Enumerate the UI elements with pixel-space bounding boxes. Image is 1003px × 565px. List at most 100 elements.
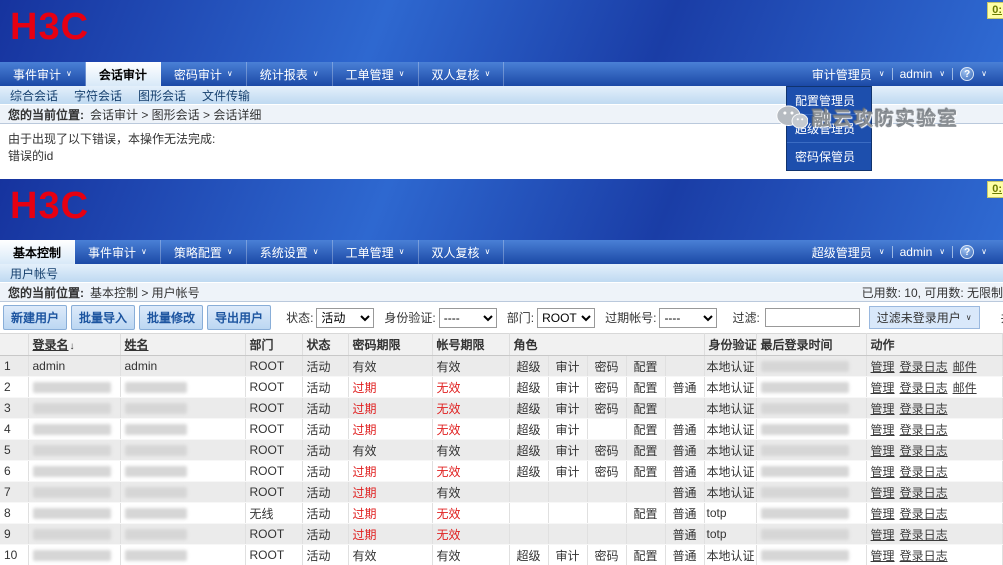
role-dropdown-menu: 配置管理员 超级管理员 密码保管员 bbox=[786, 86, 872, 171]
cell-name bbox=[120, 544, 246, 565]
s1-tab-0[interactable]: 事件审计 ∨ bbox=[0, 62, 86, 86]
s1-subnav-3[interactable]: 文件传输 bbox=[202, 87, 250, 104]
cell-role-1: 审计 bbox=[548, 544, 588, 565]
filter-label-3: 过期帐号: bbox=[605, 310, 657, 325]
s2-tab-5[interactable]: 双人复核 ∨ bbox=[419, 240, 505, 264]
filter-select-2[interactable]: ROOT bbox=[537, 307, 596, 328]
action-link-0[interactable]: 管理 bbox=[871, 465, 895, 479]
cell-login: admin bbox=[28, 355, 121, 377]
role-switcher[interactable]: 审计管理员 bbox=[812, 66, 872, 83]
s2-subnav-0[interactable]: 用户帐号 bbox=[10, 265, 58, 282]
action-link-0[interactable]: 管理 bbox=[871, 528, 895, 542]
action-link-2[interactable]: 邮件 bbox=[953, 360, 977, 374]
action-link-1[interactable]: 登录日志 bbox=[900, 444, 948, 458]
toolbar-button-0[interactable]: 新建用户 bbox=[3, 305, 68, 330]
s2-tab-1[interactable]: 事件审计 ∨ bbox=[75, 240, 161, 264]
table-body: 1 admin admin ROOT 活动 有效 有效 超级 审计 密码 配置 本地认证 管理 登录日志邮… bbox=[0, 355, 1003, 565]
toolbar-button-1[interactable]: 批量导入 bbox=[71, 305, 136, 330]
chevron-down-icon: ∨ bbox=[398, 69, 405, 78]
action-link-2[interactable]: 邮件 bbox=[953, 381, 977, 395]
chevron-down-icon: ∨ bbox=[939, 247, 946, 256]
action-link-0[interactable]: 管理 bbox=[871, 423, 895, 437]
cell-role-4: 普通 bbox=[665, 544, 705, 565]
s1-subnav-1[interactable]: 字符会话 bbox=[74, 87, 122, 104]
action-link-1[interactable]: 登录日志 bbox=[900, 360, 948, 374]
action-link-1[interactable]: 登录日志 bbox=[900, 486, 948, 500]
cell-actions: 管理 登录日志 bbox=[866, 418, 1003, 440]
cell-role-0: 超级 bbox=[509, 460, 549, 482]
chevron-down-icon: ∨ bbox=[226, 69, 233, 78]
filter-select-1[interactable]: ---- bbox=[438, 307, 497, 328]
session-timer-badge[interactable]: 0: bbox=[987, 181, 1003, 198]
action-link-1[interactable]: 登录日志 bbox=[900, 507, 948, 521]
username[interactable]: admin bbox=[900, 245, 933, 259]
role-switcher[interactable]: 超级管理员 bbox=[812, 244, 872, 261]
filter-input[interactable] bbox=[764, 308, 860, 327]
cell-dept: ROOT bbox=[245, 523, 303, 545]
redacted-last-login bbox=[760, 466, 849, 478]
username[interactable]: admin bbox=[900, 67, 933, 81]
toolbar-filters: 状态: 活动 身份验证: ---- 部门: ROOT 过期帐号: ---- bbox=[280, 307, 721, 328]
s1-tab-2[interactable]: 密码审计 ∨ bbox=[161, 62, 247, 86]
role-menu-item-2[interactable]: 密码保管员 bbox=[787, 143, 871, 170]
filter-select-3[interactable]: ---- bbox=[659, 307, 718, 328]
filter-unlogged-users-button[interactable]: 过滤未登录用户 ∨ bbox=[868, 306, 980, 329]
help-icon[interactable]: ? bbox=[960, 67, 975, 81]
action-link-1[interactable]: 登录日志 bbox=[900, 528, 948, 542]
header-acct-term: 帐号期限 bbox=[432, 333, 510, 356]
cell-auth: 本地认证 bbox=[704, 397, 757, 419]
action-link-0[interactable]: 管理 bbox=[871, 486, 895, 500]
s1-tab-5[interactable]: 双人复核 ∨ bbox=[419, 62, 505, 86]
redacted-name bbox=[124, 487, 187, 499]
cell-name bbox=[120, 460, 246, 482]
cell-role-2: 密码 bbox=[587, 544, 627, 565]
s2-tab-0[interactable]: 基本控制 bbox=[0, 240, 76, 264]
role-menu-item-0[interactable]: 配置管理员 bbox=[787, 87, 871, 115]
filter-select-0[interactable]: 活动 bbox=[316, 307, 375, 328]
cell-role-2: 密码 bbox=[587, 460, 627, 482]
divider bbox=[891, 246, 893, 258]
action-link-0[interactable]: 管理 bbox=[871, 507, 895, 521]
cell-dept: ROOT bbox=[245, 376, 303, 398]
table-row: 2 ROOT 活动 过期 无效 超级 审计 密码 配置 普通 本地认证 管理 登录日志 邮件 bbox=[0, 376, 1003, 398]
action-link-0[interactable]: 管理 bbox=[871, 444, 895, 458]
action-link-1[interactable]: 登录日志 bbox=[900, 465, 948, 479]
action-link-1[interactable]: 登录日志 bbox=[900, 423, 948, 437]
session-timer-badge[interactable]: 0: bbox=[987, 2, 1003, 19]
toolbar-button-2[interactable]: 批量修改 bbox=[139, 305, 204, 330]
s1-tab-4[interactable]: 工单管理 ∨ bbox=[333, 62, 419, 86]
action-link-1[interactable]: 登录日志 bbox=[900, 381, 948, 395]
cell-role-4: 普通 bbox=[665, 418, 705, 440]
action-link-0[interactable]: 管理 bbox=[871, 360, 895, 374]
cell-role-2 bbox=[587, 418, 627, 440]
header-login[interactable]: 登录名↓ bbox=[28, 333, 121, 356]
user-menu: 超级管理员 ∨ admin ∨? ∨ bbox=[812, 240, 1003, 264]
action-link-1[interactable]: 登录日志 bbox=[900, 549, 948, 563]
header-name[interactable]: 姓名 bbox=[120, 333, 246, 356]
cell-acct-term: 无效 bbox=[432, 523, 510, 545]
toolbar-button-3[interactable]: 导出用户 bbox=[207, 305, 272, 330]
cell-role-2 bbox=[587, 481, 627, 503]
help-icon[interactable]: ? bbox=[960, 245, 975, 259]
s1-tab-3[interactable]: 统计报表 ∨ bbox=[247, 62, 333, 86]
s1-tab-1[interactable]: 会话审计 bbox=[85, 62, 161, 86]
action-link-0[interactable]: 管理 bbox=[871, 402, 895, 416]
cell-actions: 管理 登录日志 bbox=[866, 397, 1003, 419]
s1-subnav-0[interactable]: 综合会话 bbox=[10, 87, 58, 104]
action-link-1[interactable]: 登录日志 bbox=[900, 402, 948, 416]
role-menu-item-1[interactable]: 超级管理员 bbox=[787, 115, 871, 143]
s2-tab-2[interactable]: 策略配置 ∨ bbox=[161, 240, 247, 264]
cell-acct-term: 无效 bbox=[432, 376, 510, 398]
cell-last-login bbox=[756, 544, 867, 565]
s2-tab-3[interactable]: 系统设置 ∨ bbox=[247, 240, 333, 264]
cell-role-1: 审计 bbox=[548, 418, 588, 440]
s2-tab-4[interactable]: 工单管理 ∨ bbox=[333, 240, 419, 264]
cell-role-0 bbox=[509, 523, 549, 545]
cell-name bbox=[120, 418, 246, 440]
header-action: 动作 bbox=[866, 333, 1003, 356]
action-link-0[interactable]: 管理 bbox=[871, 549, 895, 563]
cell-role-0: 超级 bbox=[509, 376, 549, 398]
action-link-0[interactable]: 管理 bbox=[871, 381, 895, 395]
s1-subnav-2[interactable]: 图形会话 bbox=[138, 87, 186, 104]
filter-label-0: 状态: bbox=[286, 310, 314, 325]
